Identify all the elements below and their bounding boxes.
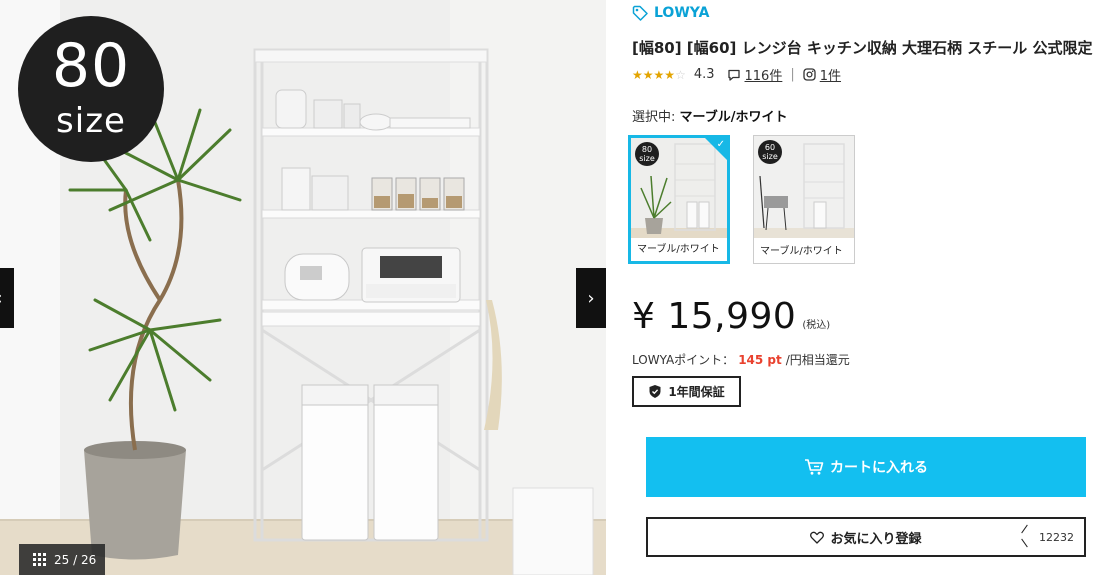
points-label: LOWYAポイント：: [632, 353, 735, 367]
favorite-label: お気に入り登録: [830, 531, 922, 547]
instagram-icon: [803, 68, 816, 81]
selected-value: マーブル/ホワイト: [679, 110, 788, 125]
gallery-next-button[interactable]: ›: [576, 268, 606, 328]
star-empty-icon: ☆: [675, 67, 686, 82]
grid-icon: [33, 553, 46, 566]
size-badge-unit: size: [56, 101, 126, 141]
size-badge-number: 80: [51, 31, 131, 101]
check-icon: ✓: [705, 138, 727, 160]
points-value: 145 pt: [738, 353, 782, 367]
variant-badge-unit: size: [639, 154, 655, 163]
instagram-link[interactable]: 1件: [820, 65, 841, 84]
star-icon: ★: [653, 67, 665, 82]
favorite-count: 12232: [1024, 531, 1084, 544]
chevron-left-icon: ‹: [0, 288, 3, 309]
variant-size-badge: 60 size: [758, 140, 782, 164]
tag-icon: [632, 5, 648, 21]
gallery-prev-button[interactable]: ‹: [0, 268, 14, 328]
comment-icon: [727, 68, 741, 82]
warranty-badge[interactable]: 1年間保証: [632, 376, 741, 407]
product-meta: ★★★★☆ 4.3 116件 | 1件: [632, 65, 841, 84]
add-to-cart-label: カートに入れる: [830, 460, 928, 476]
product-title: [幅80] [幅60] レンジ台 キッチン収納 大理石柄 スチール 公式限定: [632, 39, 1093, 57]
star-icon: ★: [642, 67, 654, 82]
gallery-counter-button[interactable]: 25 / 26: [19, 544, 105, 575]
favorite-main[interactable]: お気に入り登録: [648, 528, 1024, 547]
brand-name: LOWYA: [654, 5, 710, 21]
product-image-gallery[interactable]: 80 size ‹ › 25 / 26: [0, 0, 606, 575]
variant-size-badge: 80 size: [635, 142, 659, 166]
selected-variant: 選択中: マーブル/ホワイト: [632, 106, 788, 125]
reviews-link[interactable]: 116件: [745, 65, 783, 84]
shield-icon: [649, 385, 661, 398]
star-icon: ★: [664, 67, 676, 82]
variant-badge-unit: size: [762, 152, 778, 161]
chevron-right-icon: ›: [587, 287, 595, 309]
rating-value: 4.3: [693, 67, 715, 82]
variant-option-80[interactable]: 80 size ✓ マーブル/ホワイト: [628, 135, 730, 264]
variant-option-60[interactable]: 60 size マーブル/ホワイト: [753, 135, 855, 264]
selected-label: 選択中:: [632, 110, 676, 125]
variant-badge-number: 60: [764, 143, 776, 152]
variant-label: マーブル/ホワイト: [637, 244, 720, 255]
meta-divider: |: [790, 67, 795, 82]
points-info: LOWYAポイント： 145 pt/円相当還元: [632, 351, 850, 368]
heart-icon: [810, 531, 825, 544]
brand-link[interactable]: LOWYA: [632, 5, 709, 21]
price: ¥ 15,990 (税込): [632, 296, 830, 337]
cart-icon: [805, 459, 824, 475]
favorite-button[interactable]: お気に入り登録 12232: [646, 517, 1086, 557]
star-icon: ★: [632, 67, 643, 82]
variant-badge-number: 80: [641, 145, 653, 154]
add-to-cart-button[interactable]: カートに入れる: [646, 437, 1086, 497]
price-tax-note: (税込): [802, 320, 831, 331]
price-amount: ¥ 15,990: [632, 296, 797, 337]
warranty-label: 1年間保証: [668, 385, 725, 399]
gallery-counter-text: 25 / 26: [54, 552, 97, 567]
points-suffix: /円相当還元: [785, 353, 850, 367]
rating-stars: ★★★★☆: [632, 68, 686, 82]
size-badge: 80 size: [18, 16, 164, 162]
variant-label: マーブル/ホワイト: [760, 246, 843, 257]
